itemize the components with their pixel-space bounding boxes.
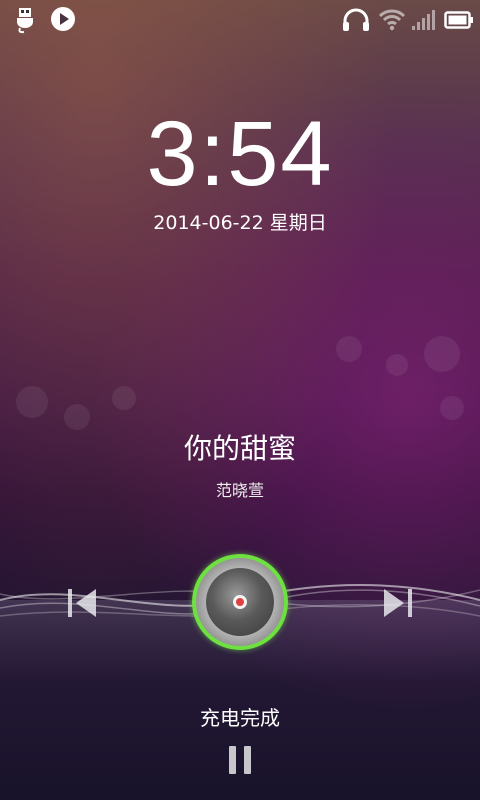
bokeh-decoration [386,354,408,376]
disc-center [206,568,274,636]
wifi-icon [378,8,406,36]
lock-clock-date: 2014-06-22 星期日 [153,212,327,234]
bokeh-decoration [336,336,362,362]
song-title: 你的甜蜜 [183,432,296,465]
headphones-icon [342,8,370,36]
bokeh-decoration [16,386,48,418]
disc-dot [233,595,247,609]
signal-icon [410,8,436,36]
previous-icon[interactable] [66,586,100,624]
bokeh-decoration [440,396,464,420]
bokeh-decoration [112,386,136,410]
song-artist: 范晓萱 [215,481,264,500]
bokeh-decoration [424,336,460,372]
pause-icon[interactable] [229,746,253,774]
status-bar [0,0,480,40]
usb-debug-icon [12,6,40,38]
next-icon[interactable] [380,586,414,624]
bokeh-decoration [64,404,90,430]
charging-status: 充电完成 [200,706,280,730]
play-disc-button[interactable] [192,554,288,650]
battery-icon [444,10,474,34]
play-icon [50,6,76,36]
lock-clock-time: 3:54 [146,103,334,205]
